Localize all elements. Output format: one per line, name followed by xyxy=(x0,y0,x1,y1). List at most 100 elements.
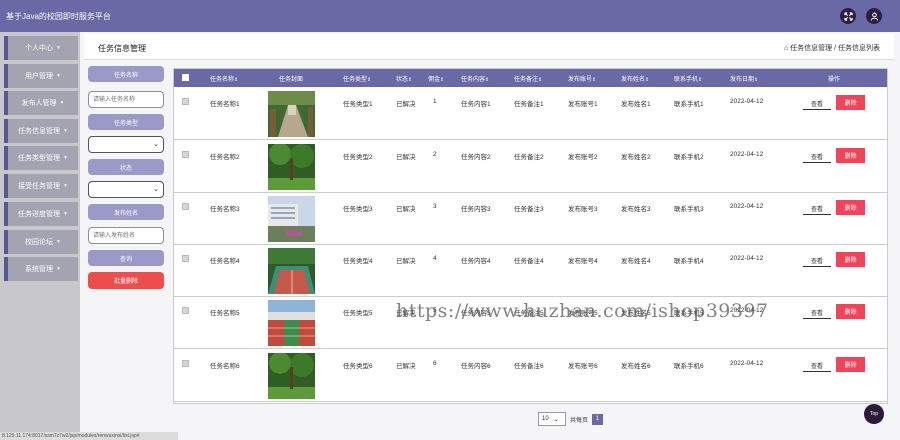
publisher-name-input[interactable] xyxy=(88,227,164,244)
batch-delete-button[interactable]: 批量删除 xyxy=(88,272,164,289)
back-to-top-button[interactable]: Top xyxy=(864,404,884,424)
status-select[interactable]: ⌄ xyxy=(88,181,164,198)
cell-commission: 1 xyxy=(433,98,437,105)
row-checkbox[interactable] xyxy=(182,203,189,210)
header-publish-account[interactable]: 发布账号⇕ xyxy=(568,74,596,83)
delete-button[interactable]: 删除 xyxy=(836,200,865,215)
header-task-content[interactable]: 任务内容⇕ xyxy=(461,74,489,83)
sidebar-item-task-type[interactable]: 任务类型管理 ▼ xyxy=(4,146,78,170)
cell-publisher-name: 发布姓名6 xyxy=(621,363,651,370)
sort-icon: ⇕ xyxy=(408,77,413,83)
sidebar-item-system[interactable]: 系统管理 ▼ xyxy=(4,257,78,281)
cell-task-name: 任务名称5 xyxy=(210,310,240,317)
view-button[interactable]: 查看 xyxy=(803,97,831,110)
sidebar: 个人中心 ▼ 用户管理 ▼ 发布人管理 ▼ 任务信息管理 ▼ 任务类型管理 ▼ 接受任务管… xyxy=(0,32,80,440)
chevron-down-icon: ⌄ xyxy=(553,416,559,423)
header-task-cover: 任务封面 xyxy=(279,77,304,83)
sidebar-item-task-info[interactable]: 任务信息管理 ▼ xyxy=(4,119,78,143)
cell-publish-date: 2022-04-12 xyxy=(730,360,764,367)
view-button[interactable]: 查看 xyxy=(803,202,831,215)
header-task-type[interactable]: 任务类型⇕ xyxy=(343,74,371,83)
sort-icon: ⇕ xyxy=(754,77,759,83)
page-number-button[interactable]: 1 xyxy=(592,413,604,425)
query-button[interactable]: 查询 xyxy=(88,250,164,266)
delete-button[interactable]: 删除 xyxy=(836,252,865,267)
page-size-select[interactable]: 10 ⌄ xyxy=(538,412,566,426)
cell-task-remark: 任务备注2 xyxy=(514,154,544,161)
sidebar-item-personal-center[interactable]: 个人中心 ▼ xyxy=(4,36,78,60)
cell-phone: 联系手机1 xyxy=(674,101,704,108)
sidebar-item-label: 个人中心 xyxy=(25,45,54,52)
row-checkbox[interactable] xyxy=(182,255,189,262)
sidebar-item-users[interactable]: 用户管理 ▼ xyxy=(4,64,78,88)
cell-publisher-name: 发布姓名1 xyxy=(621,101,651,108)
publisher-name-label: 发布姓名 xyxy=(88,204,164,220)
cell-publish-account: 发布账号6 xyxy=(568,363,598,370)
task-name-input[interactable] xyxy=(88,91,164,108)
delete-button[interactable]: 删除 xyxy=(836,148,865,163)
delete-button[interactable]: 删除 xyxy=(836,357,865,372)
cell-task-remark: 任务备注4 xyxy=(514,258,544,265)
sort-icon: ⇕ xyxy=(592,77,597,83)
view-button[interactable]: 查看 xyxy=(803,306,831,319)
cell-publish-account: 发布账号2 xyxy=(568,154,598,161)
header-publisher-name[interactable]: 发布姓名⇕ xyxy=(621,74,649,83)
page-title: 任务信息管理 xyxy=(98,44,146,53)
select-all-checkbox[interactable] xyxy=(182,74,189,81)
sidebar-item-label: 任务进度管理 xyxy=(18,211,61,218)
cell-publish-date: 2022-04-12 xyxy=(730,98,764,105)
sidebar-item-label: 系统管理 xyxy=(25,266,54,273)
sidebar-item-label: 任务信息管理 xyxy=(18,128,61,135)
row-checkbox[interactable] xyxy=(182,307,189,314)
header-phone[interactable]: 联系手机⇕ xyxy=(674,74,702,83)
task-type-select[interactable]: ⌄ xyxy=(88,136,164,153)
row-checkbox[interactable] xyxy=(182,98,189,105)
sidebar-item-publishers[interactable]: 发布人管理 ▼ xyxy=(4,91,78,115)
cell-task-content: 任务内容2 xyxy=(461,154,491,161)
row-checkbox[interactable] xyxy=(182,151,189,158)
breadcrumb-text: 任务信息管理 / 任务信息列表 xyxy=(790,45,880,52)
task-cover-image xyxy=(268,248,315,294)
row-checkbox[interactable] xyxy=(182,360,189,367)
view-button[interactable]: 查看 xyxy=(803,150,831,163)
header-status[interactable]: 状态⇕ xyxy=(396,74,412,83)
cell-publish-account: 发布账号3 xyxy=(568,206,598,213)
cell-status: 已解决 xyxy=(396,206,416,213)
header-task-name[interactable]: 任务名称⇕ xyxy=(210,74,238,83)
cell-task-name: 任务名称3 xyxy=(210,206,240,213)
cell-commission: 2 xyxy=(433,151,437,158)
sidebar-item-forum[interactable]: 校园论坛 ▼ xyxy=(4,230,78,254)
sidebar-item-task-progress[interactable]: 任务进度管理 ▼ xyxy=(4,202,78,226)
cell-task-remark: 任务备注6 xyxy=(514,363,544,370)
cell-publish-date: 2022-04-12 xyxy=(730,255,764,262)
sidebar-item-accept-task[interactable]: 接受任务管理 ▼ xyxy=(4,174,78,198)
header-task-remark[interactable]: 任务备注⇕ xyxy=(514,74,542,83)
cell-publisher-name: 发布姓名4 xyxy=(621,258,651,265)
cell-task-type: 任务类型1 xyxy=(343,101,373,108)
cell-task-name: 任务名称1 xyxy=(210,101,240,108)
header-commission[interactable]: 佣金⇕ xyxy=(428,74,444,83)
delete-button[interactable]: 删除 xyxy=(836,304,865,319)
cell-status: 已解决 xyxy=(396,363,416,370)
chevron-down-icon: ▼ xyxy=(63,128,68,134)
cell-task-content: 任务内容3 xyxy=(461,206,491,213)
header-publish-date[interactable]: 发布日期⇕ xyxy=(730,74,758,83)
home-icon[interactable]: ⌂ xyxy=(784,45,788,52)
cell-task-content: 任务内容4 xyxy=(461,258,491,265)
expand-icon[interactable] xyxy=(840,8,856,24)
cell-task-type: 任务类型6 xyxy=(343,363,373,370)
breadcrumb: ⌂ 任务信息管理 / 任务信息列表 xyxy=(784,43,880,53)
cell-task-type: 任务类型3 xyxy=(343,206,373,213)
view-button[interactable]: 查看 xyxy=(803,254,831,267)
delete-button[interactable]: 删除 xyxy=(836,95,865,110)
task-name-label: 任务名称 xyxy=(88,66,164,82)
app-title: 基于Java的校园即时服务平台 xyxy=(6,12,111,21)
cell-status: 已解决 xyxy=(396,101,416,108)
user-icon[interactable] xyxy=(866,8,882,24)
view-button[interactable]: 查看 xyxy=(803,359,831,372)
chevron-down-icon: ▼ xyxy=(63,211,68,217)
cell-publisher-name: 发布姓名3 xyxy=(621,206,651,213)
status-label: 状态 xyxy=(88,159,164,175)
cell-phone: 联系手机3 xyxy=(674,206,704,213)
cell-task-name: 任务名称6 xyxy=(210,363,240,370)
